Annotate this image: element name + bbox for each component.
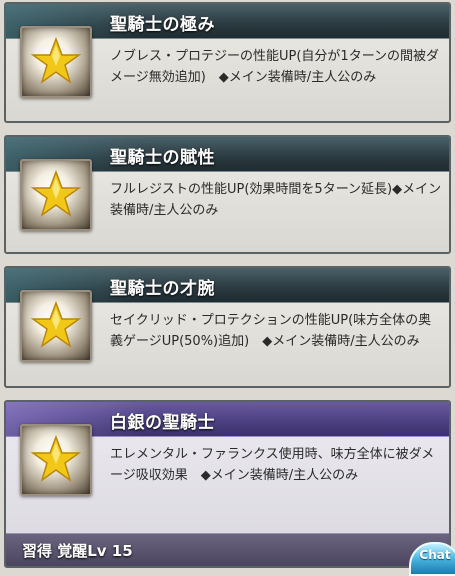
star-icon (31, 36, 81, 86)
skill-description: ノブレス・プロテジーの性能UP(自分が1ターンの間被ダメージ無効追加) ◆メイン… (110, 46, 444, 88)
skill-icon-frame (20, 26, 92, 98)
skill-card-4: 白銀の聖騎士 エレメンタル・ファランクス使用時、味方全体に被ダメージ吸収効果 ◆… (4, 400, 451, 568)
skill-title: 聖騎士の賦性 (110, 143, 215, 168)
skill-icon-frame (20, 159, 92, 231)
skill-title: 白銀の聖騎士 (110, 408, 215, 433)
unlock-requirement-bar: 習得 覚醒Lv 15 (6, 533, 449, 566)
skill-icon-frame (20, 424, 92, 496)
skill-card-3: 聖騎士の才腕 セイクリッド・プロテクションの性能UP(味方全体の奥義ゲージUP(… (4, 266, 451, 388)
star-icon (31, 434, 81, 484)
skill-description: フルレジストの性能UP(効果時間を5ターン延長)◆メイン装備時/主人公のみ (110, 179, 444, 221)
skill-description: セイクリッド・プロテクションの性能UP(味方全体の奥義ゲージUP(50%)追加)… (110, 310, 444, 352)
skill-description: エレメンタル・ファランクス使用時、味方全体に被ダメージ吸収効果 ◆メイン装備時/… (110, 444, 444, 486)
skill-title: 聖騎士の才腕 (110, 274, 215, 299)
star-icon (31, 169, 81, 219)
skill-icon-frame (20, 290, 92, 362)
star-icon (31, 300, 81, 350)
skill-card-2: 聖騎士の賦性 フルレジストの性能UP(効果時間を5ターン延長)◆メイン装備時/主… (4, 135, 451, 254)
skill-title: 聖騎士の極み (110, 10, 215, 35)
unlock-requirement-text: 習得 覚醒Lv 15 (22, 540, 133, 561)
skill-card-1: 聖騎士の極み ノブレス・プロテジーの性能UP(自分が1ターンの間被ダメージ無効追… (4, 2, 451, 123)
